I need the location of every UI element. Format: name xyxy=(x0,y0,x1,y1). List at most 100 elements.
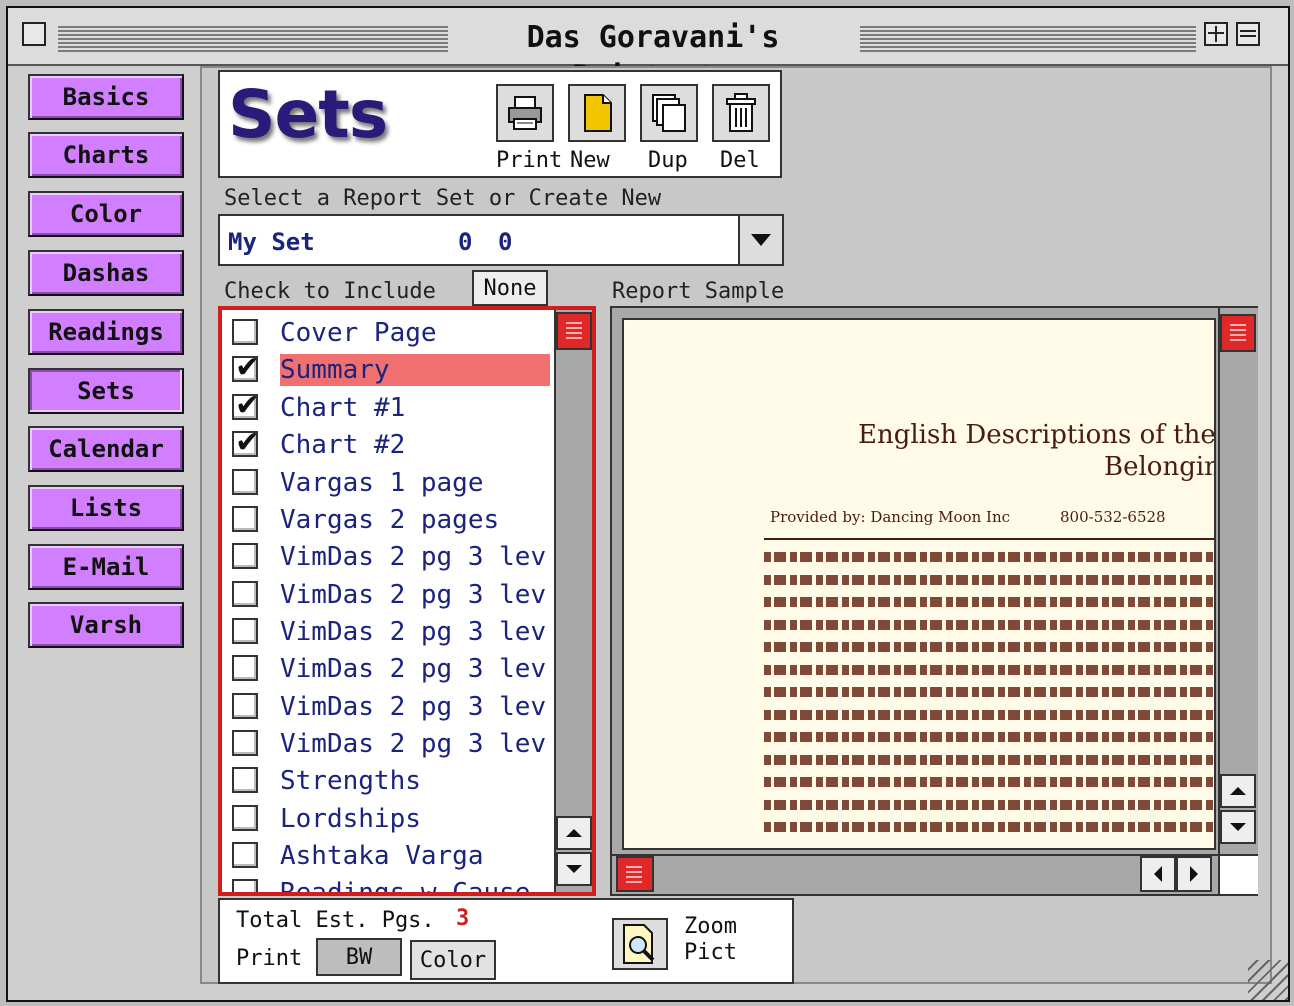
doc-rule xyxy=(764,538,1214,540)
sidebar-item-label: Lists xyxy=(69,494,143,522)
include-checkbox[interactable] xyxy=(232,469,258,495)
sidebar-item-label: E-Mail xyxy=(62,553,150,581)
zoom-box-icon[interactable] xyxy=(1204,22,1228,46)
list-item[interactable]: VimDas 2 pg 3 lev M xyxy=(222,539,550,573)
list-item[interactable]: Ashtaka Varga xyxy=(222,838,548,872)
list-item[interactable]: Vargas 2 pages xyxy=(222,502,548,536)
arrow-right-icon xyxy=(1190,866,1198,882)
include-checkbox[interactable] xyxy=(232,655,258,681)
print-mode-label: Print xyxy=(236,946,303,971)
title-stripes xyxy=(58,24,448,52)
preview-hscroll-thumb[interactable] xyxy=(616,856,654,892)
sidebar-item-calendar[interactable]: Calendar xyxy=(28,426,184,472)
scroll-corner xyxy=(1218,854,1258,894)
sidebar-item-color[interactable]: Color xyxy=(28,191,184,237)
list-item-label: Ashtaka Varga xyxy=(280,841,484,871)
sidebar-item-basics[interactable]: Basics xyxy=(28,74,184,120)
title-bar[interactable]: Das Goravani's Printouts xyxy=(8,8,1288,95)
include-checkbox[interactable] xyxy=(232,693,258,719)
include-checkbox[interactable] xyxy=(232,805,258,831)
print-button[interactable] xyxy=(496,84,554,142)
collapse-box-icon[interactable] xyxy=(1236,22,1260,46)
print-color-button[interactable]: Color xyxy=(410,940,496,980)
report-set-dropdown[interactable]: My Set 0 0 xyxy=(218,214,784,266)
none-button[interactable]: None xyxy=(472,270,548,306)
doc-provided-by: Provided by: Dancing Moon Inc xyxy=(770,508,1011,526)
include-checkbox[interactable] xyxy=(232,730,258,756)
zoom-pict-button[interactable] xyxy=(612,918,668,970)
list-item[interactable]: Readings w Cause xyxy=(222,875,548,892)
scroll-down-button[interactable] xyxy=(556,852,592,886)
sidebar-item-dashas[interactable]: Dashas xyxy=(28,250,184,296)
list-item[interactable]: Cover Page xyxy=(222,315,548,349)
include-checkbox[interactable] xyxy=(232,879,258,892)
doc-phone: 800-532-6528 xyxy=(1060,508,1166,526)
include-checkbox[interactable] xyxy=(232,388,260,423)
list-item[interactable]: VimDas 2 pg 3 lev M xyxy=(222,614,550,648)
list-item-label: VimDas 2 pg 3 lev La xyxy=(280,654,550,684)
list-item-label: Chart #1 xyxy=(280,393,406,423)
dup-button[interactable] xyxy=(640,84,698,142)
preview-hscrollbar[interactable] xyxy=(612,854,1218,894)
list-item-label: VimDas 2 pg 3 lev La xyxy=(280,729,550,759)
list-item-label: VimDas 2 pg 3 lev M xyxy=(280,617,550,647)
list-item[interactable]: Chart #2 xyxy=(222,425,548,461)
dup-label: Dup xyxy=(648,148,688,173)
include-checkbox[interactable] xyxy=(232,506,258,532)
close-box-icon[interactable] xyxy=(22,22,46,46)
sidebar-item-email[interactable]: E-Mail xyxy=(28,544,184,590)
include-checkbox[interactable] xyxy=(232,842,258,868)
list-scrollbar[interactable] xyxy=(554,310,592,892)
scroll-right-button[interactable] xyxy=(1176,856,1212,892)
list-item[interactable]: VimDas 2 pg 3 lev La xyxy=(222,726,550,760)
sidebar-item-label: Charts xyxy=(62,141,150,169)
scroll-left-button[interactable] xyxy=(1140,856,1176,892)
list-item[interactable]: Strengths xyxy=(222,763,548,797)
print-bw-button[interactable]: BW xyxy=(316,938,402,976)
sidebar-item-varsh[interactable]: Varsh xyxy=(28,602,184,648)
sidebar-item-readings[interactable]: Readings xyxy=(28,309,184,355)
include-checkbox[interactable] xyxy=(232,319,258,345)
preview-scroll-up-button[interactable] xyxy=(1220,774,1256,808)
list-item[interactable]: Chart #1 xyxy=(222,388,548,424)
preview-vscroll-thumb[interactable] xyxy=(1220,314,1256,352)
sidebar-item-label: Varsh xyxy=(69,611,143,639)
preview-vscrollbar[interactable] xyxy=(1218,308,1258,856)
select-set-prompt: Select a Report Set or Create New xyxy=(224,186,662,211)
check-to-include-label: Check to Include xyxy=(224,279,436,304)
include-checkbox[interactable] xyxy=(232,618,258,644)
list-item[interactable]: Summary xyxy=(222,350,550,386)
doc-body-text xyxy=(764,552,1214,845)
doc-subtitle: Belongin xyxy=(1104,452,1216,482)
resize-grip-icon[interactable] xyxy=(1248,960,1288,1000)
list-item-label: VimDas 2 pg 3 lev M xyxy=(280,580,550,610)
list-item[interactable]: Lordships xyxy=(222,801,548,835)
list-item[interactable]: Vargas 1 page xyxy=(222,465,548,499)
sidebar-item-sets[interactable]: Sets xyxy=(28,368,184,414)
list-item[interactable]: VimDas 2 pg 3 lev La xyxy=(222,689,550,723)
include-checkbox[interactable] xyxy=(232,350,260,385)
new-button[interactable] xyxy=(568,84,626,142)
list-item-label: Cover Page xyxy=(280,318,437,348)
preview-scroll-down-button[interactable] xyxy=(1220,810,1256,844)
sidebar-item-label: Calendar xyxy=(48,435,164,463)
list-scroll-thumb[interactable] xyxy=(556,312,592,350)
include-checkbox[interactable] xyxy=(232,425,260,460)
report-sample-preview[interactable]: English Descriptions of the B Belongin P… xyxy=(610,306,1258,896)
dropdown-arrow-icon[interactable] xyxy=(738,216,782,264)
arrow-left-icon xyxy=(1154,866,1162,882)
include-checkbox[interactable] xyxy=(232,767,258,793)
include-checkbox[interactable] xyxy=(232,543,258,569)
sidebar-item-label: Basics xyxy=(62,83,150,111)
del-button[interactable] xyxy=(712,84,770,142)
scroll-up-button[interactable] xyxy=(556,816,592,850)
sidebar-item-lists[interactable]: Lists xyxy=(28,485,184,531)
sidebar-item-label: Sets xyxy=(77,377,135,405)
list-item[interactable]: VimDas 2 pg 3 lev La xyxy=(222,651,550,685)
sidebar-item-charts[interactable]: Charts xyxy=(28,132,184,178)
sidebar-item-label: Color xyxy=(69,200,143,228)
title-stripes-right xyxy=(860,24,1196,52)
include-checkbox[interactable] xyxy=(232,581,258,607)
sidebar-item-label: Readings xyxy=(48,318,164,346)
list-item[interactable]: VimDas 2 pg 3 lev M xyxy=(222,577,550,611)
